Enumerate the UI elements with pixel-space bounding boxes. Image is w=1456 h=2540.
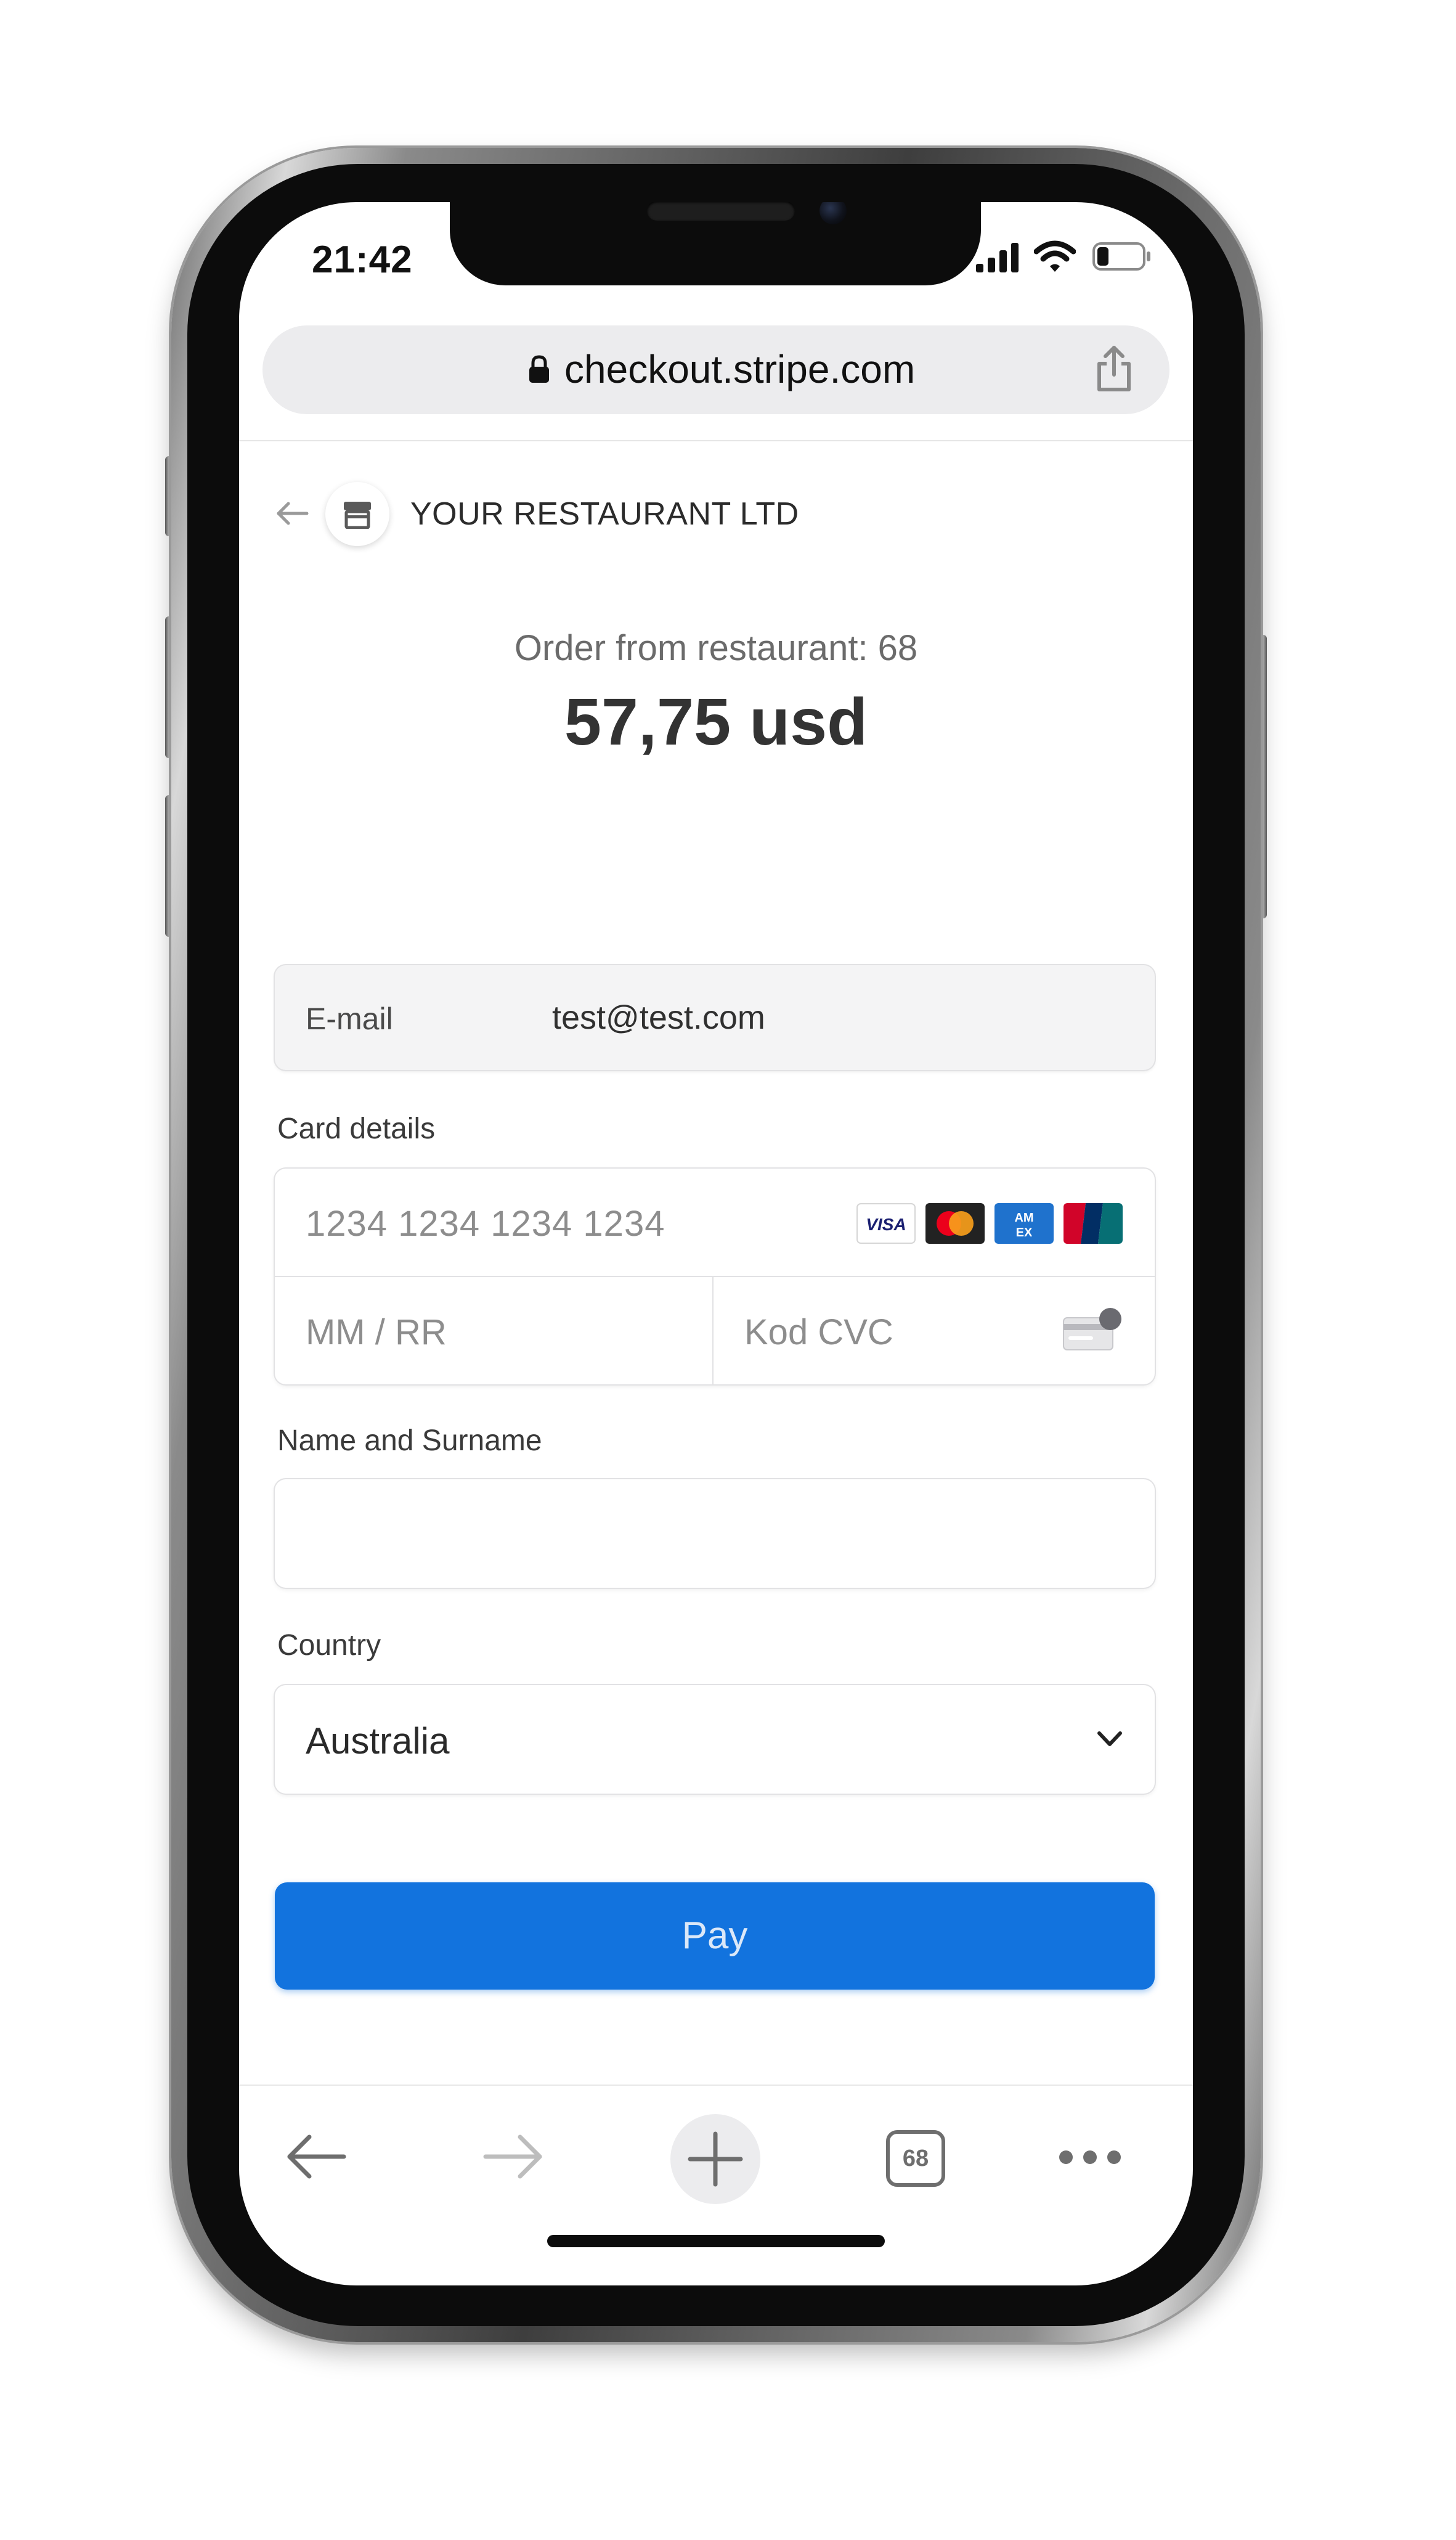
back-arrow-icon[interactable] [274, 498, 311, 529]
card-row-divider [275, 1276, 1155, 1277]
country-value: Australia [306, 1720, 450, 1762]
status-time: 21:42 [312, 239, 413, 281]
card-details-group: 1234 1234 1234 1234 VISA AM EX MM / RR K… [275, 1169, 1155, 1384]
amex-icon: AM EX [994, 1203, 1054, 1244]
stage: 21:42 checkout.stripe.com YOUR RESTAURAN… [0, 0, 1456, 2540]
address-bar[interactable]: checkout.stripe.com [262, 325, 1169, 414]
name-input[interactable] [275, 1479, 1155, 1588]
card-expiry-input[interactable]: MM / RR [306, 1312, 447, 1353]
email-value: test@test.com [552, 999, 765, 1036]
mastercard-icon [925, 1203, 985, 1244]
store-icon [344, 502, 371, 529]
svg-text:AM: AM [1014, 1211, 1033, 1225]
notch [450, 202, 981, 285]
card-number-input[interactable]: 1234 1234 1234 1234 [306, 1203, 665, 1244]
chevron-down-icon [1097, 1731, 1122, 1746]
more-dots-icon[interactable] [1056, 2146, 1124, 2168]
lock-icon [529, 355, 549, 383]
merchant-logo [325, 482, 389, 546]
front-camera [820, 202, 847, 224]
card-cvc-input[interactable]: Kod CVC [744, 1312, 893, 1353]
card-column-divider [712, 1276, 714, 1384]
url-text: checkout.stripe.com [564, 347, 916, 391]
home-indicator[interactable] [547, 2235, 885, 2247]
svg-text:EX: EX [1016, 1226, 1033, 1239]
battery-icon [1092, 242, 1150, 271]
phone-screen: 21:42 checkout.stripe.com YOUR RESTAURAN… [239, 202, 1193, 2285]
cvc-card-icon [1063, 1308, 1121, 1350]
merchant-name: YOUR RESTAURANT LTD [410, 496, 799, 532]
address-bar-divider [239, 440, 1193, 441]
order-amount: 57,75 usd [564, 684, 868, 759]
browser-back-icon[interactable] [282, 2129, 350, 2184]
card-details-label: Card details [277, 1113, 436, 1145]
earpiece-speaker [647, 202, 795, 221]
email-field[interactable]: E-mail test@test.com [275, 965, 1155, 1070]
pay-button[interactable]: Pay [275, 1882, 1155, 1990]
svg-text:VISA: VISA [866, 1215, 906, 1234]
plus-icon [688, 2131, 743, 2187]
tabs-count-button[interactable]: 68 [886, 2130, 945, 2187]
country-label: Country [277, 1629, 381, 1662]
browser-forward-icon[interactable] [479, 2129, 547, 2184]
order-description: Order from restaurant: 68 [514, 628, 918, 668]
new-tab-button[interactable] [670, 2114, 760, 2204]
country-select[interactable]: Australia [275, 1685, 1155, 1794]
unionpay-icon [1064, 1203, 1123, 1244]
visa-icon: VISA [856, 1203, 916, 1244]
email-label: E-mail [306, 1002, 393, 1036]
toolbar-divider [239, 2085, 1193, 2086]
cellular-signal-icon [976, 243, 1019, 272]
wifi-icon [1034, 240, 1076, 272]
name-label: Name and Surname [277, 1424, 542, 1457]
share-icon[interactable] [1093, 344, 1135, 393]
